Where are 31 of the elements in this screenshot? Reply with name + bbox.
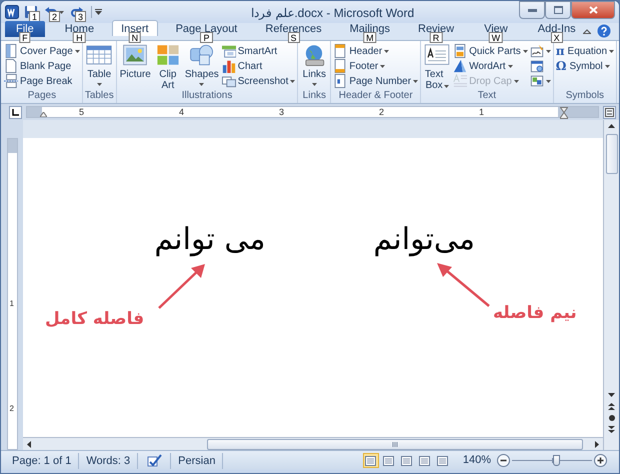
keytip-tooltip: X bbox=[550, 32, 563, 43]
keytip-tooltip: 3 bbox=[75, 11, 86, 22]
keytip-tooltip: 2 bbox=[49, 11, 60, 22]
ruler-number: 3 bbox=[279, 106, 284, 118]
keytip-tooltip: P bbox=[200, 32, 212, 43]
ruler-number: 5 bbox=[79, 106, 84, 118]
keytip-tooltip: H bbox=[73, 32, 86, 43]
keytip-tooltip: R bbox=[430, 32, 442, 43]
keytip-tooltip: N bbox=[128, 32, 142, 43]
group-label: Symbols bbox=[564, 89, 606, 103]
window-title: علم فردا.docx - Microsoft Word bbox=[251, 5, 414, 22]
annotation-label: نیم فاصله bbox=[493, 302, 577, 324]
group-label: Pages bbox=[26, 89, 58, 103]
ruler-number: 2 bbox=[379, 106, 384, 118]
group-label: Header & Footer bbox=[338, 89, 414, 103]
document-text: می‌توانم bbox=[373, 222, 475, 258]
annotation-label: فاصله کامل bbox=[45, 308, 144, 330]
ruler-number: 2 bbox=[10, 404, 14, 413]
keytip-tooltip: M bbox=[363, 32, 377, 43]
group-label: Links bbox=[302, 89, 328, 103]
keytip-tooltip: 1 bbox=[29, 11, 40, 22]
ruler-number: 4 bbox=[179, 106, 184, 118]
ruler-number: 1 bbox=[10, 299, 14, 308]
group-label: Text bbox=[476, 89, 498, 103]
keytip-tooltip: F bbox=[19, 32, 31, 43]
ruler-number: 1 bbox=[479, 106, 484, 118]
keytip-tooltip: S bbox=[288, 32, 300, 43]
keytip-tooltip: W bbox=[488, 32, 504, 43]
group-label: Illustrations bbox=[180, 89, 234, 103]
document-text: می توانم bbox=[154, 222, 266, 258]
group-label: Tables bbox=[84, 89, 114, 103]
